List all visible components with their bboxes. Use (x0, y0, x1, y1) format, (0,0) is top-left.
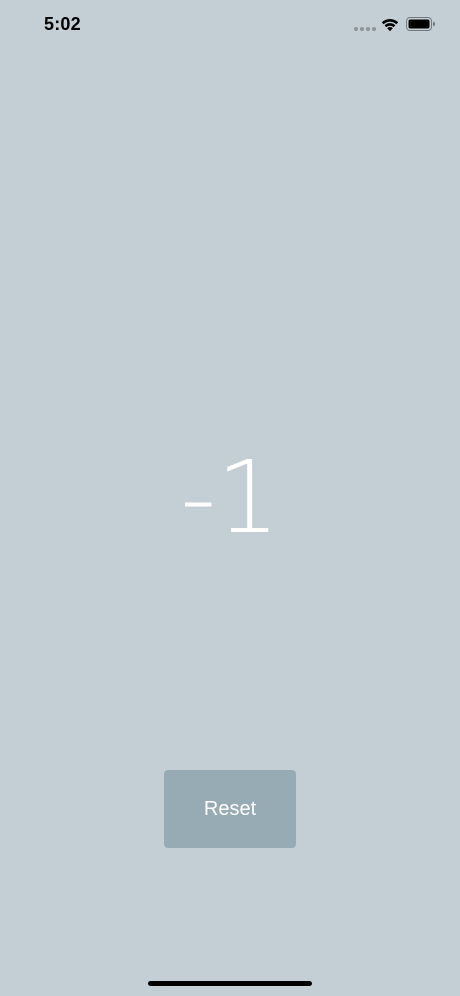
status-time: 5:02 (44, 14, 81, 34)
wifi-icon (381, 18, 399, 32)
app-screen: 5:02 -1 Reset (0, 0, 460, 996)
home-indicator[interactable] (148, 981, 312, 986)
signal-dots-icon (354, 27, 376, 31)
status-bar: 5:02 (0, 0, 460, 50)
reset-button[interactable]: Reset (164, 770, 296, 848)
counter-value: -1 (180, 439, 280, 556)
battery-icon (406, 17, 436, 31)
